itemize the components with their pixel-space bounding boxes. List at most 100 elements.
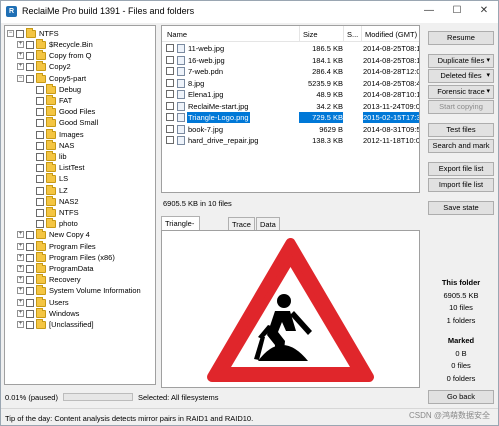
tree-node[interactable]: + New Copy 4 xyxy=(17,228,90,240)
file-checkbox[interactable] xyxy=(166,55,174,64)
close-button[interactable]: ✕ xyxy=(470,1,498,21)
tree-checkbox[interactable] xyxy=(36,85,44,94)
collapse-toggle[interactable]: − xyxy=(17,75,24,82)
tree-checkbox[interactable] xyxy=(36,152,44,161)
expand-toggle[interactable]: + xyxy=(17,52,24,59)
tree-checkbox[interactable] xyxy=(36,197,44,206)
file-checkbox[interactable] xyxy=(166,101,174,110)
column-divider[interactable] xyxy=(299,26,300,42)
tree-node[interactable]: lib xyxy=(27,150,67,162)
tree-node[interactable]: ListTest xyxy=(27,161,84,173)
expand-toggle[interactable]: + xyxy=(17,310,24,317)
test-files-button[interactable]: Test files xyxy=(428,123,494,137)
import-file-list-button[interactable]: Import file list xyxy=(428,178,494,192)
tree-node[interactable]: + Recovery xyxy=(17,273,81,285)
tree-node[interactable]: − Copy5-part xyxy=(17,72,86,84)
save-state-button[interactable]: Save state xyxy=(428,201,494,215)
tree-checkbox[interactable] xyxy=(26,320,34,329)
file-checkbox[interactable] xyxy=(166,136,174,144)
column-divider[interactable] xyxy=(361,26,362,42)
tree-checkbox[interactable] xyxy=(36,96,44,105)
file-row[interactable]: Elena1.jpg 48.9 KB 2014-08-28T10:1 xyxy=(162,89,419,100)
file-list[interactable]: Name Size S... Modified (GMT) 11-web.jpg… xyxy=(161,25,420,193)
tree-checkbox[interactable] xyxy=(26,309,34,318)
tree-node[interactable]: photo xyxy=(27,217,78,229)
tree-checkbox[interactable] xyxy=(26,253,34,262)
column-size[interactable]: Size xyxy=(303,30,318,39)
tree-node[interactable]: Good Files xyxy=(27,105,95,117)
tree-node[interactable]: + ProgramData xyxy=(17,262,94,274)
tree-node[interactable]: Images xyxy=(27,128,84,140)
tree-checkbox[interactable] xyxy=(36,219,44,228)
expand-toggle[interactable]: + xyxy=(17,243,24,250)
tree-node[interactable]: + Copy2 xyxy=(17,60,71,72)
resume-button[interactable]: Resume xyxy=(428,31,494,45)
column-s[interactable]: S... xyxy=(347,30,358,39)
expand-toggle[interactable]: + xyxy=(17,63,24,70)
column-modified[interactable]: Modified (GMT) xyxy=(365,30,417,39)
expand-toggle[interactable]: + xyxy=(17,254,24,261)
file-checkbox[interactable] xyxy=(166,124,174,133)
tree-node[interactable]: + Users xyxy=(17,296,69,308)
tree-checkbox[interactable] xyxy=(36,208,44,217)
tree-node[interactable]: NAS xyxy=(27,139,74,151)
file-row[interactable]: 16-web.jpg 184.1 KB 2014-08-25T08:1 xyxy=(162,55,419,66)
column-divider[interactable] xyxy=(343,26,344,42)
tab-preview[interactable]: Triangle-Logo.png xyxy=(161,216,201,241)
tree-node[interactable]: + Copy from Q xyxy=(17,49,92,61)
tree-checkbox[interactable] xyxy=(26,242,34,251)
tree-checkbox[interactable] xyxy=(26,230,34,239)
expand-toggle[interactable]: + xyxy=(17,231,24,238)
file-checkbox[interactable] xyxy=(166,78,174,87)
column-name[interactable]: Name xyxy=(167,30,187,39)
tree-checkbox[interactable] xyxy=(36,163,44,172)
expand-toggle[interactable]: + xyxy=(17,287,24,294)
forensic-trace-dropdown[interactable]: Forensic trace xyxy=(428,85,494,99)
file-row[interactable]: 7-web.pdn 286.4 KB 2014-08-28T12:0 xyxy=(162,66,419,77)
expand-toggle[interactable]: + xyxy=(17,299,24,306)
tree-node-root[interactable]: − NTFS xyxy=(7,27,59,39)
tree-checkbox[interactable] xyxy=(26,275,34,284)
tree-checkbox[interactable] xyxy=(36,107,44,116)
tree-checkbox[interactable] xyxy=(26,286,34,295)
file-row[interactable]: ReclaiMe-start.jpg 34.2 KB 2013-11-24T09:0 xyxy=(162,101,419,112)
search-and-mark-button[interactable]: Search and mark xyxy=(428,139,494,153)
file-row[interactable]: 11-web.jpg 186.5 KB 2014-08-25T08:1 xyxy=(162,43,419,54)
tree-node[interactable]: + Program Files xyxy=(17,240,96,252)
tree-node[interactable]: LZ xyxy=(27,184,68,196)
expand-toggle[interactable]: + xyxy=(17,321,24,328)
tree-node[interactable]: + Windows xyxy=(17,307,79,319)
tree-checkbox[interactable] xyxy=(26,40,34,49)
tree-node[interactable]: LS xyxy=(27,172,68,184)
tree-node[interactable]: + System Volume Information xyxy=(17,284,141,296)
tree-checkbox[interactable] xyxy=(36,174,44,183)
start-copying-button[interactable]: Start copying xyxy=(428,100,494,114)
tree-checkbox[interactable] xyxy=(16,29,24,38)
tree-node[interactable]: Good Small xyxy=(27,116,98,128)
tree-node[interactable]: FAT xyxy=(27,94,72,106)
tree-checkbox[interactable] xyxy=(36,118,44,127)
expand-toggle[interactable]: + xyxy=(17,276,24,283)
tree-checkbox[interactable] xyxy=(26,51,34,60)
expand-toggle[interactable]: + xyxy=(17,265,24,272)
tree-node[interactable]: NTFS xyxy=(27,206,79,218)
folder-tree[interactable]: − NTFS + $Recycle.Bin + Copy from Q + Copy2 − C… xyxy=(4,25,156,385)
export-file-list-button[interactable]: Export file list xyxy=(428,162,494,176)
tree-checkbox[interactable] xyxy=(26,298,34,307)
tree-checkbox[interactable] xyxy=(36,130,44,139)
file-row[interactable]: book-7.jpg 9629 B 2014-08-31T09:5 xyxy=(162,124,419,135)
tree-checkbox[interactable] xyxy=(26,74,34,83)
tree-node[interactable]: + $Recycle.Bin xyxy=(17,38,93,50)
file-checkbox[interactable] xyxy=(166,44,174,52)
expand-toggle[interactable]: + xyxy=(17,41,24,48)
tab-data-view[interactable]: Data view xyxy=(256,217,280,242)
tree-checkbox[interactable] xyxy=(26,62,34,71)
collapse-toggle[interactable]: − xyxy=(7,30,14,37)
minimize-button[interactable]: — xyxy=(415,1,443,21)
tree-node[interactable]: Debug xyxy=(27,83,81,95)
tree-checkbox[interactable] xyxy=(36,141,44,150)
tree-node[interactable]: NAS2 xyxy=(27,195,79,207)
duplicate-files-dropdown[interactable]: Duplicate files xyxy=(428,54,494,68)
tree-checkbox[interactable] xyxy=(36,186,44,195)
file-row[interactable]: Triangle-Logo.png 729.5 KB 2015-02-15T17:3 xyxy=(162,112,419,123)
